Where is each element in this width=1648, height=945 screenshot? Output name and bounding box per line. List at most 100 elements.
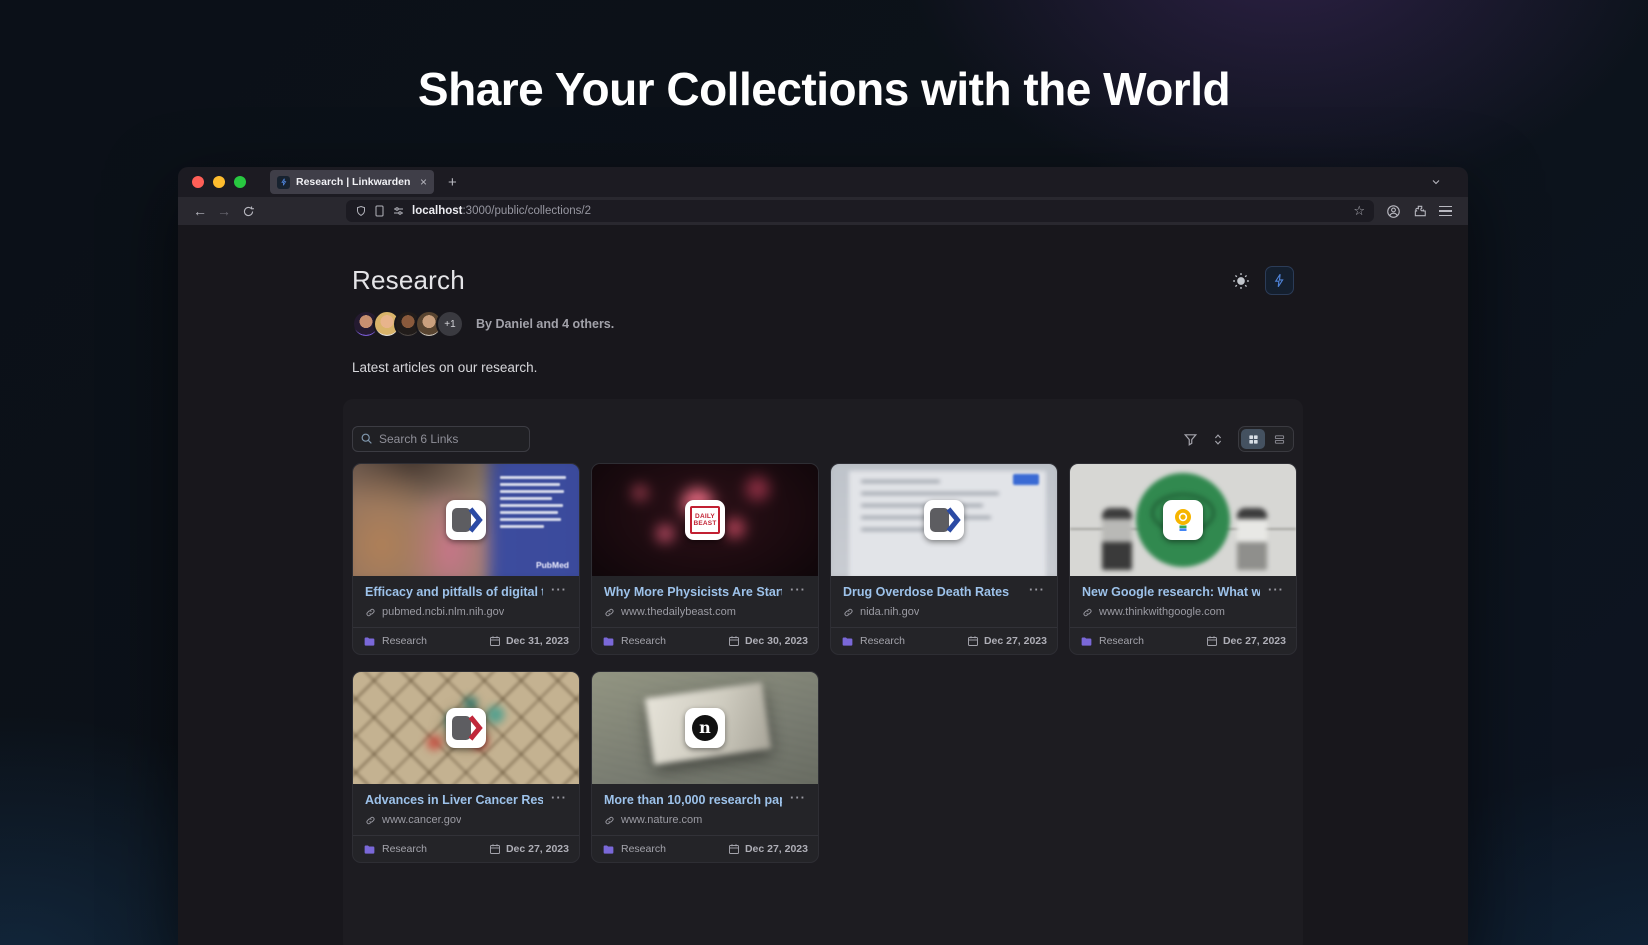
browser-toolbar: ← → localhost:3000/public/collections/2 …	[178, 197, 1468, 225]
link-preview-image: DAILY BEAST	[592, 464, 818, 576]
link-preview-image: n	[592, 672, 818, 784]
url-text: localhost:3000/public/collections/2	[412, 205, 1346, 217]
extensions-puzzle-icon[interactable]	[1413, 204, 1427, 218]
link-title[interactable]: Efficacy and pitfalls of digital techn..…	[365, 585, 543, 599]
browser-tab[interactable]: Research | Linkwarden ×	[270, 170, 434, 194]
link-url: www.thinkwithgoogle.com	[1099, 606, 1225, 618]
link-title[interactable]: Advances in Liver Cancer Research	[365, 793, 543, 807]
more-options-icon[interactable]: ···	[1268, 583, 1284, 596]
links-grid: PubMed Efficacy and pitfalls of digital …	[352, 463, 1297, 863]
collection-title: Research	[352, 265, 465, 295]
calendar-icon	[489, 843, 501, 855]
link-url: www.nature.com	[621, 814, 703, 826]
screenshot-stage: Share Your Collections with the World Re…	[0, 0, 1648, 945]
link-preview-image	[353, 672, 579, 784]
forward-button[interactable]: →	[212, 199, 236, 223]
link-icon	[1082, 607, 1093, 618]
pubmed-logo: PubMed	[535, 560, 569, 570]
link-icon	[604, 607, 615, 618]
more-options-icon[interactable]: ···	[790, 791, 806, 804]
link-url: www.thedailybeast.com	[621, 606, 736, 618]
url-path: :3000/public/collections/2	[462, 205, 591, 217]
view-toggle	[1238, 426, 1294, 452]
menu-hamburger-icon[interactable]	[1439, 205, 1452, 217]
link-preview-image: PubMed	[353, 464, 579, 576]
linkwarden-logo[interactable]	[1265, 266, 1294, 295]
collection-badge: Research	[382, 635, 427, 647]
hero-title: Share Your Collections with the World	[417, 63, 1231, 115]
close-window-button[interactable]	[192, 176, 204, 188]
folder-icon	[363, 635, 376, 648]
link-title[interactable]: More than 10,000 research papers ...	[604, 793, 782, 807]
collection-badge: Research	[621, 843, 666, 855]
maximize-window-button[interactable]	[234, 176, 246, 188]
browser-window: Research | Linkwarden × + ← → localhost:…	[178, 167, 1468, 945]
bookmark-star-icon[interactable]: ☆	[1353, 203, 1365, 219]
collection-badge: Research	[382, 843, 427, 855]
collection-badge: Research	[860, 635, 905, 647]
link-date: Dec 27, 2023	[505, 843, 569, 855]
url-host: localhost	[412, 205, 463, 217]
more-options-icon[interactable]: ···	[551, 583, 567, 596]
list-view-button[interactable]	[1267, 429, 1291, 449]
grid-view-button[interactable]	[1241, 429, 1265, 449]
url-bar[interactable]: localhost:3000/public/collections/2 ☆	[346, 200, 1374, 222]
account-icon[interactable]	[1386, 204, 1401, 219]
filter-funnel-icon[interactable]	[1183, 432, 1198, 447]
collection-badge: Research	[621, 635, 666, 647]
link-card-dailybeast[interactable]: DAILYBEAST Why More Physicists Are Start…	[591, 463, 819, 655]
link-title[interactable]: Drug Overdose Death Rates	[843, 585, 1021, 599]
link-icon	[365, 607, 376, 618]
calendar-icon	[967, 635, 979, 647]
link-card-pubmed[interactable]: PubMed Efficacy and pitfalls of digital …	[352, 463, 580, 655]
minimize-window-button[interactable]	[213, 176, 225, 188]
links-panel: PubMed Efficacy and pitfalls of digital …	[343, 399, 1303, 945]
byline-text: By Daniel and 4 others.	[476, 317, 615, 331]
window-controls	[192, 176, 246, 188]
folder-icon	[841, 635, 854, 648]
collection-description: Latest articles on our research.	[352, 360, 538, 375]
link-card-thinkwithgoogle[interactable]: New Google research: What we no... ··· w…	[1069, 463, 1297, 655]
link-title[interactable]: Why More Physicists Are Starting to...	[604, 585, 782, 599]
link-card-nature[interactable]: n More than 10,000 research papers ... ·…	[591, 671, 819, 863]
search-icon	[360, 432, 373, 445]
folder-icon	[363, 843, 376, 856]
more-options-icon[interactable]: ···	[790, 583, 806, 596]
more-options-icon[interactable]: ···	[551, 791, 567, 804]
new-tab-button[interactable]: +	[448, 174, 457, 191]
link-preview-image	[831, 464, 1057, 576]
dailybeast-favicon-badge: DAILY BEAST	[685, 500, 725, 540]
close-tab-icon[interactable]: ×	[420, 175, 427, 189]
link-url: nida.nih.gov	[860, 606, 920, 618]
search-input[interactable]	[352, 426, 530, 452]
link-icon	[604, 815, 615, 826]
back-button[interactable]: ←	[188, 199, 212, 223]
link-preview-image	[1070, 464, 1296, 576]
link-icon	[365, 815, 376, 826]
reload-button[interactable]	[236, 199, 260, 223]
member-avatars: +1	[352, 310, 464, 338]
link-date: Dec 27, 2023	[744, 843, 808, 855]
link-card-cancer[interactable]: Advances in Liver Cancer Research ··· ww…	[352, 671, 580, 863]
more-options-icon[interactable]: ···	[1029, 583, 1045, 596]
cancer-favicon-badge	[446, 708, 486, 748]
calendar-icon	[1206, 635, 1218, 647]
tab-list-chevron-down-icon[interactable]	[1430, 176, 1442, 188]
link-card-nida[interactable]: Drug Overdose Death Rates ··· nida.nih.g…	[830, 463, 1058, 655]
toolbar-right-icons	[1386, 204, 1452, 219]
sort-icon[interactable]	[1211, 432, 1225, 447]
link-title[interactable]: New Google research: What we no...	[1082, 585, 1260, 599]
shield-icon[interactable]	[355, 205, 367, 217]
page-info-icon[interactable]	[374, 205, 385, 217]
calendar-icon	[728, 635, 740, 647]
permissions-sliders-icon[interactable]	[392, 205, 405, 217]
linkwarden-page: Research +1 By Daniel and 4 others. Late…	[178, 225, 1468, 945]
theme-toggle-sun-icon[interactable]	[1232, 272, 1250, 290]
link-date: Dec 31, 2023	[505, 635, 569, 647]
link-icon	[843, 607, 854, 618]
nature-favicon-badge: n	[685, 708, 725, 748]
link-url: pubmed.ncbi.nlm.nih.gov	[382, 606, 505, 618]
tab-title: Research | Linkwarden	[296, 176, 411, 188]
thinkwithgoogle-favicon-badge	[1163, 500, 1203, 540]
folder-icon	[602, 843, 615, 856]
